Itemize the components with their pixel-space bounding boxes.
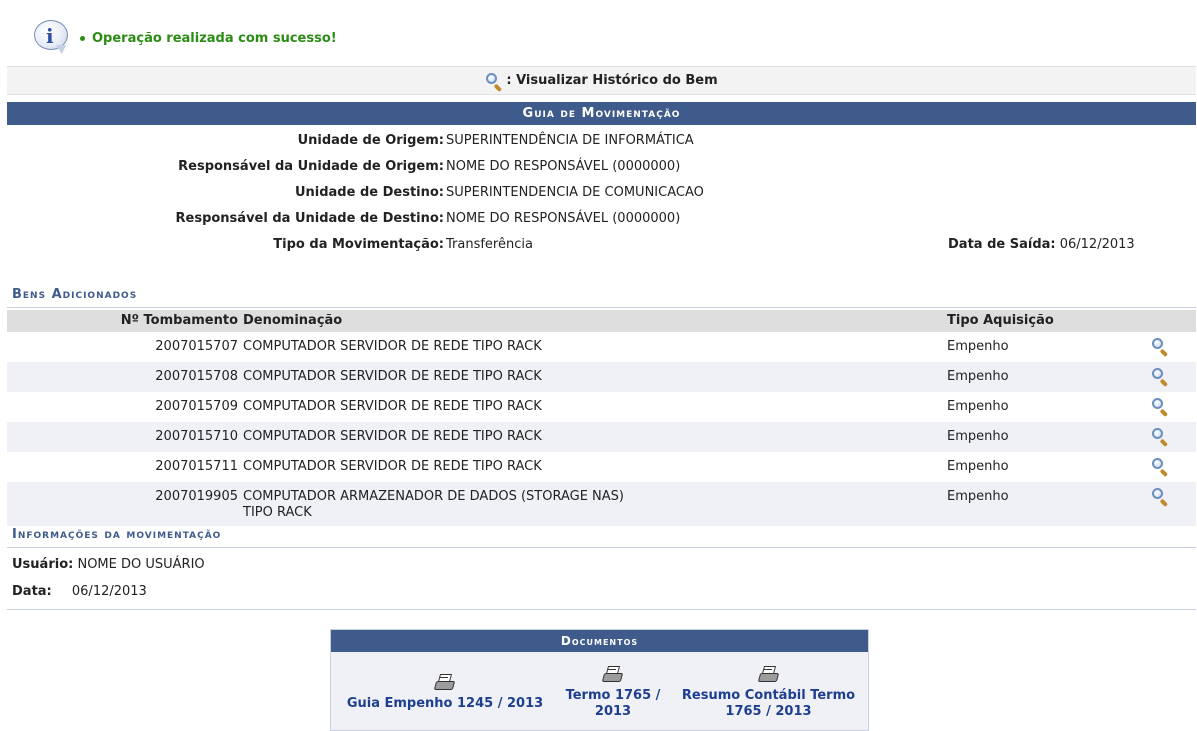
- info-icon: i: [32, 18, 74, 58]
- field-responsavel-origem: Responsável da Unidade de Origem: NOME D…: [0, 159, 1197, 177]
- table-row: 2007015710 COMPUTADOR SERVIDOR DE REDE T…: [7, 422, 1196, 452]
- usuario-value: NOME DO USUÁRIO: [77, 557, 205, 572]
- termo-label: Termo 1765 / 2013: [565, 688, 661, 719]
- field-value: Transferência: [446, 237, 533, 252]
- data-saida: Data de Saída: 06/12/2013: [948, 237, 1135, 252]
- usuario-label: Usuário:: [12, 557, 74, 572]
- guia-header: Guia de Movimentação: [7, 102, 1196, 125]
- printer-icon: [757, 666, 780, 684]
- success-message: i Operação realizada com sucesso!: [32, 18, 337, 58]
- cell-tipo: Empenho: [947, 459, 1009, 474]
- cell-tombamento: 2007015709: [155, 399, 238, 414]
- table-row: 2007015711 COMPUTADOR SERVIDOR DE REDE T…: [7, 452, 1196, 482]
- data-saida-value: 06/12/2013: [1059, 237, 1135, 252]
- resumo-contabil-label: Resumo Contábil Termo 1765 / 2013: [681, 688, 856, 719]
- field-label: Responsável da Unidade de Destino:: [175, 211, 445, 226]
- field-tipo-movimentacao: Tipo da Movimentação: Transferência Data…: [0, 237, 1197, 255]
- field-value: NOME DO RESPONSÁVEL (0000000): [446, 211, 681, 226]
- data-value: 06/12/2013: [71, 584, 147, 599]
- table-header: Nº Tombamento Denominação Tipo Aquisição: [7, 310, 1196, 332]
- bens-title: Bens Adicionados: [7, 287, 1196, 308]
- field-label: Responsável da Unidade de Origem:: [178, 159, 444, 174]
- table-row: 2007015708 COMPUTADOR SERVIDOR DE REDE T…: [7, 362, 1196, 392]
- cell-tipo: Empenho: [947, 399, 1009, 414]
- table-row: 2007015709 COMPUTADOR SERVIDOR DE REDE T…: [7, 392, 1196, 422]
- resumo-contabil-link[interactable]: Resumo Contábil Termo 1765 / 2013: [671, 666, 866, 720]
- cell-tombamento: 2007019905: [155, 489, 238, 504]
- view-history-icon[interactable]: [1151, 337, 1169, 358]
- legend-label: : Visualizar Histórico do Bem: [506, 73, 718, 88]
- cell-tombamento: 2007015711: [155, 459, 238, 474]
- table-row: 2007015707 COMPUTADOR SERVIDOR DE REDE T…: [7, 332, 1196, 362]
- cell-tombamento: 2007015707: [155, 339, 238, 354]
- col-tombamento: Nº Tombamento: [120, 313, 238, 328]
- usuario-row: Usuário: NOME DO USUÁRIO: [12, 557, 205, 572]
- data-label: Data:: [12, 584, 52, 599]
- view-history-icon[interactable]: [1151, 427, 1169, 448]
- field-label: Unidade de Destino:: [294, 185, 444, 200]
- cell-tipo: Empenho: [947, 339, 1009, 354]
- col-denominacao: Denominação: [243, 313, 343, 328]
- guia-empenho-link[interactable]: Guia Empenho 1245 / 2013: [331, 674, 559, 712]
- documentos-panel: Documentos Guia Empenho 1245 / 2013 Term…: [330, 629, 869, 731]
- cell-denominacao: COMPUTADOR SERVIDOR DE REDE TIPO RACK: [243, 369, 542, 384]
- data-row: Data: 06/12/2013: [12, 584, 147, 599]
- cell-tipo: Empenho: [947, 429, 1009, 444]
- cell-denominacao: COMPUTADOR SERVIDOR DE REDE TIPO RACK: [243, 429, 542, 444]
- field-unidade-destino: Unidade de Destino: SUPERINTENDENCIA DE …: [0, 185, 1197, 203]
- field-value: SUPERINTENDENCIA DE COMUNICACAO: [446, 185, 704, 200]
- success-text-label: Operação realizada com sucesso!: [92, 30, 337, 46]
- cell-denominacao: COMPUTADOR ARMAZENADOR DE DADOS (STORAGE…: [243, 489, 624, 520]
- col-tipo-aquisicao: Tipo Aquisição: [947, 313, 1054, 328]
- view-history-icon[interactable]: [1151, 457, 1169, 478]
- field-label: Tipo da Movimentação:: [273, 237, 444, 252]
- field-responsavel-destino: Responsável da Unidade de Destino: NOME …: [0, 211, 1197, 229]
- cell-denominacao: COMPUTADOR SERVIDOR DE REDE TIPO RACK: [243, 339, 542, 354]
- cell-tombamento: 2007015710: [155, 429, 238, 444]
- documentos-header: Documentos: [331, 630, 868, 652]
- cell-tipo: Empenho: [947, 369, 1009, 384]
- view-history-icon[interactable]: [1151, 367, 1169, 388]
- success-text: Operação realizada com sucesso!: [80, 31, 337, 46]
- cell-denominacao: COMPUTADOR SERVIDOR DE REDE TIPO RACK: [243, 399, 542, 414]
- cell-tipo: Empenho: [947, 489, 1009, 504]
- divider: [7, 609, 1196, 610]
- field-value: SUPERINTENDÊNCIA DE INFORMÁTICA: [446, 133, 694, 148]
- field-unidade-origem: Unidade de Origem: SUPERINTENDÊNCIA DE I…: [0, 133, 1197, 151]
- cell-tombamento: 2007015708: [155, 369, 238, 384]
- table-row: 2007019905 COMPUTADOR ARMAZENADOR DE DAD…: [7, 482, 1196, 526]
- view-history-icon[interactable]: [1151, 397, 1169, 418]
- field-value: NOME DO RESPONSÁVEL (0000000): [446, 159, 681, 174]
- view-history-icon[interactable]: [1151, 487, 1169, 508]
- magnifier-icon: [485, 72, 503, 92]
- field-label: Unidade de Origem:: [297, 133, 444, 148]
- legend-bar: : Visualizar Histórico do Bem: [7, 66, 1196, 95]
- movimentacao-title: Informações da movimentação: [7, 527, 1196, 548]
- cell-denominacao: COMPUTADOR SERVIDOR DE REDE TIPO RACK: [243, 459, 542, 474]
- termo-link[interactable]: Termo 1765 / 2013: [563, 666, 663, 720]
- data-saida-label: Data de Saída:: [948, 237, 1056, 252]
- printer-icon: [433, 674, 456, 692]
- guia-empenho-label: Guia Empenho 1245 / 2013: [346, 696, 544, 711]
- printer-icon: [601, 666, 624, 684]
